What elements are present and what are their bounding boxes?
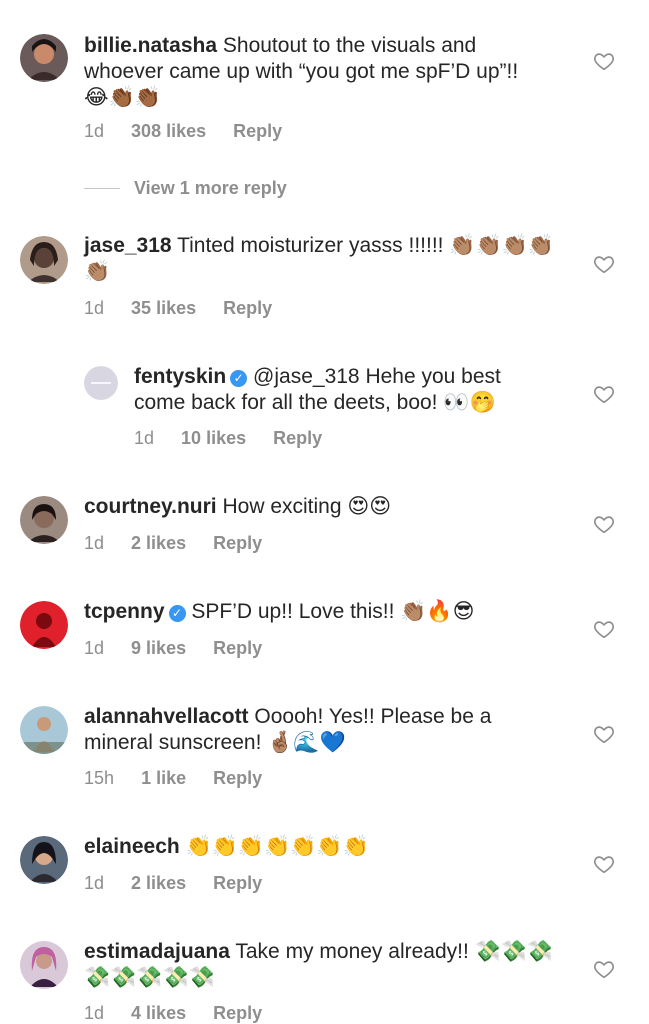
comment-text: alannahvellacott Ooooh! Yes!! Please be … [84, 704, 524, 756]
avatar[interactable] [20, 601, 68, 649]
heart-icon[interactable] [593, 853, 615, 875]
comment-meta: 1d 2 likes Reply [84, 873, 284, 894]
comment-text: courtney.nuri How exciting 😍😍 [84, 494, 554, 520]
comment-text: estimadajuana Take my money already!! 💸💸… [84, 939, 564, 991]
comment-username[interactable]: billie.natasha [84, 34, 217, 57]
comment-meta: 1d 4 likes Reply [84, 1003, 284, 1024]
verified-badge-icon: ✓ [230, 370, 248, 387]
comment-meta: 1d 9 likes Reply [84, 638, 284, 659]
likes-count[interactable]: 2 likes [131, 873, 186, 893]
comment-time: 1d [84, 873, 105, 893]
likes-count[interactable]: 35 likes [131, 298, 196, 318]
comment-text: tcpenny ✓ SPF’D up!! Love this!! 👏🏽🔥😎 [84, 599, 554, 625]
comment-meta: 1d 308 likes Reply [84, 121, 304, 142]
heart-icon[interactable] [593, 50, 615, 72]
likes-count[interactable]: 9 likes [131, 638, 186, 658]
heart-icon[interactable] [593, 253, 615, 275]
comment-text: billie.natasha Shoutout to the visuals a… [84, 33, 534, 111]
reply-button[interactable]: Reply [213, 638, 262, 658]
comment-meta: 1d 10 likes Reply [134, 428, 344, 449]
heart-icon[interactable] [593, 958, 615, 980]
reply-button[interactable]: Reply [273, 428, 322, 448]
avatar[interactable] [20, 236, 68, 284]
comment-username[interactable]: estimadajuana [84, 940, 230, 963]
divider [84, 187, 120, 189]
reply-button[interactable]: Reply [223, 298, 272, 318]
comment-body: How exciting 😍😍 [222, 495, 392, 518]
view-more-replies-label[interactable]: View 1 more reply [134, 178, 287, 199]
comment-time: 15h [84, 768, 115, 788]
comment-username[interactable]: tcpenny [84, 600, 165, 623]
likes-count[interactable]: 2 likes [131, 533, 186, 553]
avatar[interactable] [20, 496, 68, 544]
comment-body: 👏👏👏👏👏👏👏 [185, 835, 369, 858]
heart-icon[interactable] [593, 513, 615, 535]
reply-button[interactable]: Reply [213, 1003, 262, 1023]
likes-count[interactable]: 10 likes [181, 428, 246, 448]
avatar[interactable] [20, 836, 68, 884]
avatar[interactable] [84, 366, 118, 400]
likes-count[interactable]: 308 likes [131, 121, 206, 141]
comment-username[interactable]: elaineech [84, 835, 180, 858]
comment-time: 1d [84, 1003, 105, 1023]
comment-username[interactable]: jase_318 [84, 234, 172, 257]
heart-icon[interactable] [593, 723, 615, 745]
view-more-replies[interactable]: View 1 more reply [84, 176, 287, 200]
comment-text: elaineech 👏👏👏👏👏👏👏 [84, 834, 554, 860]
reply-button[interactable]: Reply [213, 768, 262, 788]
heart-icon[interactable] [593, 618, 615, 640]
reply-button[interactable]: Reply [213, 533, 262, 553]
likes-count[interactable]: 1 like [141, 768, 186, 788]
comment-meta: 1d 2 likes Reply [84, 533, 284, 554]
heart-icon[interactable] [593, 383, 615, 405]
comment-time: 1d [84, 638, 105, 658]
likes-count[interactable]: 4 likes [131, 1003, 186, 1023]
comment-time: 1d [134, 428, 155, 448]
avatar[interactable] [20, 34, 68, 82]
comment-body: SPF’D up!! Love this!! 👏🏽🔥😎 [191, 600, 475, 623]
avatar[interactable] [20, 706, 68, 754]
avatar[interactable] [20, 941, 68, 989]
reply-button[interactable]: Reply [213, 873, 262, 893]
comment-meta: 15h 1 like Reply [84, 768, 284, 789]
comment-username[interactable]: alannahvellacott [84, 705, 249, 728]
comment-username[interactable]: courtney.nuri [84, 495, 217, 518]
comment-time: 1d [84, 533, 105, 553]
verified-badge-icon: ✓ [168, 605, 186, 622]
comment-text: fentyskin ✓ @jase_318 Hehe you best come … [134, 364, 554, 416]
comment-meta: 1d 35 likes Reply [84, 298, 294, 319]
comment-time: 1d [84, 121, 105, 141]
comment-text: jase_318 Tinted moisturizer yasss !!!!!!… [84, 233, 554, 285]
comment-time: 1d [84, 298, 105, 318]
comment-username[interactable]: fentyskin [134, 365, 226, 388]
reply-button[interactable]: Reply [233, 121, 282, 141]
